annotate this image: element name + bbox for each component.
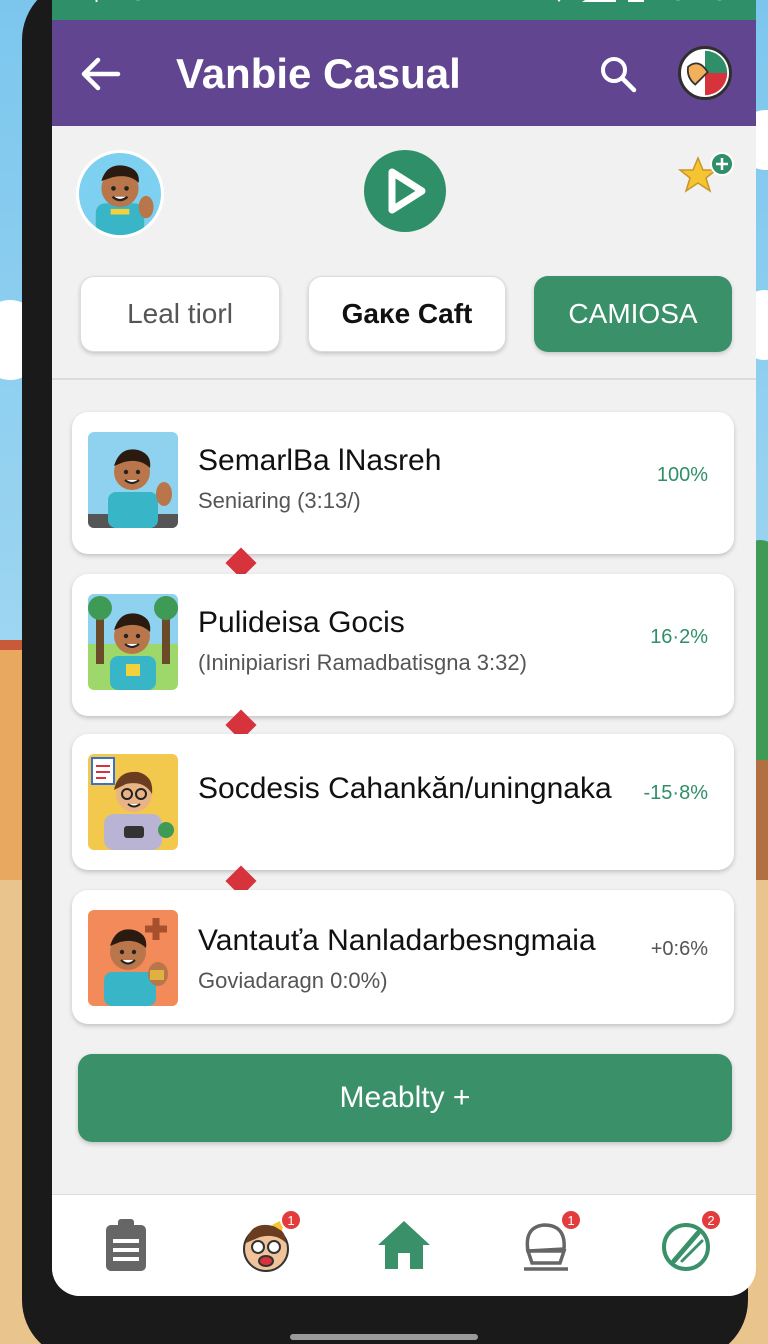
nav-item-profile[interactable]: 1 bbox=[236, 1209, 302, 1275]
profile-badge-icon[interactable] bbox=[678, 46, 732, 100]
battery-icon bbox=[628, 0, 644, 2]
play-icon bbox=[388, 168, 426, 214]
tab-3-active[interactable]: CAMIOSA bbox=[534, 276, 732, 352]
list-item-title: SemarlBa lNasreh bbox=[198, 444, 442, 477]
list-item-title: Vantauťa Nanladarbesngmaia bbox=[198, 924, 596, 957]
list-item-title: Socdesis Cahankăn/uningnaka bbox=[198, 772, 612, 805]
play-button[interactable] bbox=[364, 150, 446, 232]
nav-item-alerts[interactable]: 1 bbox=[516, 1209, 582, 1275]
tab-2[interactable]: Gaĸe Caft bbox=[308, 276, 506, 352]
status-bar: $4:02 10:20 bbox=[52, 0, 756, 20]
signal-icon bbox=[582, 0, 616, 2]
nav-item-settings[interactable]: 2 bbox=[656, 1209, 722, 1275]
page-title: Vanbie Casual bbox=[176, 50, 461, 97]
wifi-icon bbox=[542, 0, 576, 2]
status-time: 10:20 bbox=[653, 0, 728, 8]
search-icon[interactable] bbox=[598, 54, 638, 94]
notification-badge: 1 bbox=[280, 1209, 302, 1231]
nav-item-list[interactable] bbox=[96, 1215, 156, 1275]
app-screen: $4:02 10:20 Vanbie Casual bbox=[52, 0, 756, 1296]
list-item-subtitle: Seniaring (3:13/) bbox=[198, 488, 361, 513]
star-add-icon[interactable] bbox=[678, 152, 738, 200]
status-icons bbox=[542, 0, 662, 2]
notification-badge: 1 bbox=[560, 1209, 582, 1231]
home-icon bbox=[378, 1221, 430, 1269]
home-indicator[interactable] bbox=[290, 1334, 478, 1340]
list-item-title: Pulideisa Gocis bbox=[198, 606, 405, 639]
app-bar: Vanbie Casual bbox=[52, 20, 756, 126]
avatar[interactable] bbox=[76, 150, 164, 238]
list-item-thumbnail bbox=[88, 594, 178, 690]
bottom-navigation: 1 1 2 bbox=[52, 1194, 756, 1296]
primary-action-button[interactable]: Meablty + bbox=[78, 1054, 732, 1142]
list-item-thumbnail bbox=[88, 754, 178, 850]
list-item-subtitle: Goviadaragn 0:0%) bbox=[198, 968, 388, 993]
list-item-value: +0:6% bbox=[650, 938, 708, 960]
clipboard-icon bbox=[106, 1219, 146, 1271]
nav-item-home[interactable] bbox=[374, 1215, 434, 1275]
list-item-value: -15·8% bbox=[643, 782, 708, 804]
notification-badge: 2 bbox=[700, 1209, 722, 1231]
list-item[interactable]: Vantauťa Nanladarbesngmaia Goviadaragn 0… bbox=[72, 890, 734, 1024]
list-item-thumbnail bbox=[88, 432, 178, 528]
divider bbox=[52, 378, 756, 380]
tab-1[interactable]: Leal tiorl bbox=[80, 276, 280, 352]
list-item-value: 16·2% bbox=[650, 626, 708, 648]
list-item-thumbnail bbox=[88, 910, 178, 1006]
list-item-subtitle: (Ininipiarisri Ramadbatisgna 3:32) bbox=[198, 650, 527, 675]
status-left-text: $4:02 bbox=[88, 0, 163, 8]
list-item[interactable]: Pulideisa Gocis (Ininipiarisri Ramadbati… bbox=[72, 574, 734, 716]
list-item-value: 100% bbox=[656, 464, 708, 486]
list-item[interactable]: Socdesis Cahankăn/uningnaka -15·8% bbox=[72, 734, 734, 870]
list-item[interactable]: SemarlBa lNasreh Seniaring (3:13/) 100% bbox=[72, 412, 734, 554]
phone-frame: $4:02 10:20 Vanbie Casual bbox=[22, 0, 756, 1344]
back-arrow-icon[interactable] bbox=[78, 52, 122, 96]
